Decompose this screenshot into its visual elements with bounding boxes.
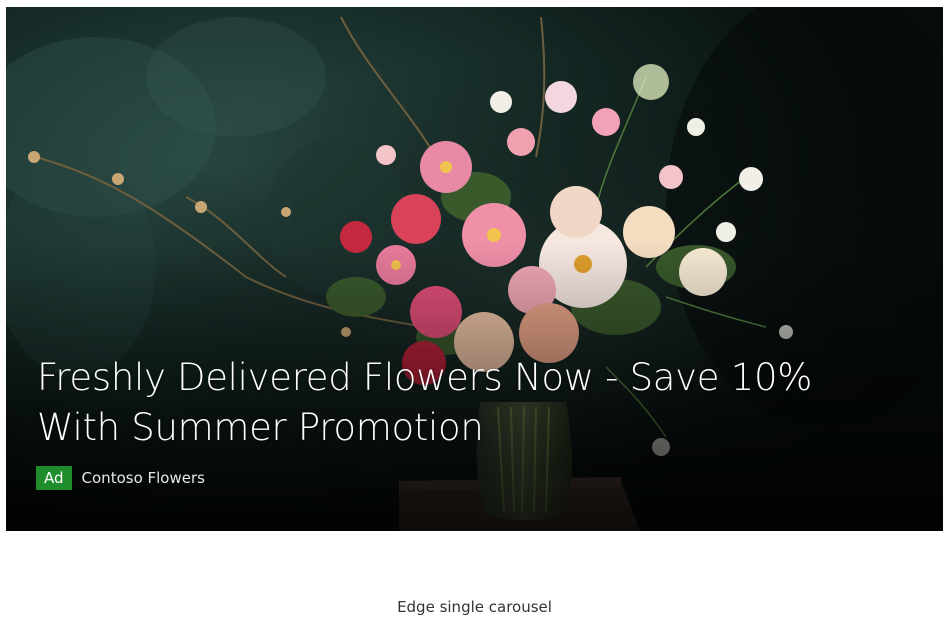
sponsor-name[interactable]: Contoso Flowers bbox=[82, 466, 205, 490]
ad-badge: Ad bbox=[36, 466, 72, 490]
ad-card[interactable]: Freshly Delivered Flowers Now - Save 10%… bbox=[6, 7, 943, 531]
ad-attribution: Ad Contoso Flowers bbox=[36, 466, 205, 490]
carousel-caption: Edge single carousel bbox=[397, 598, 552, 616]
page: Freshly Delivered Flowers Now - Save 10%… bbox=[0, 0, 949, 631]
ad-headline[interactable]: Freshly Delivered Flowers Now - Save 10%… bbox=[37, 353, 897, 453]
